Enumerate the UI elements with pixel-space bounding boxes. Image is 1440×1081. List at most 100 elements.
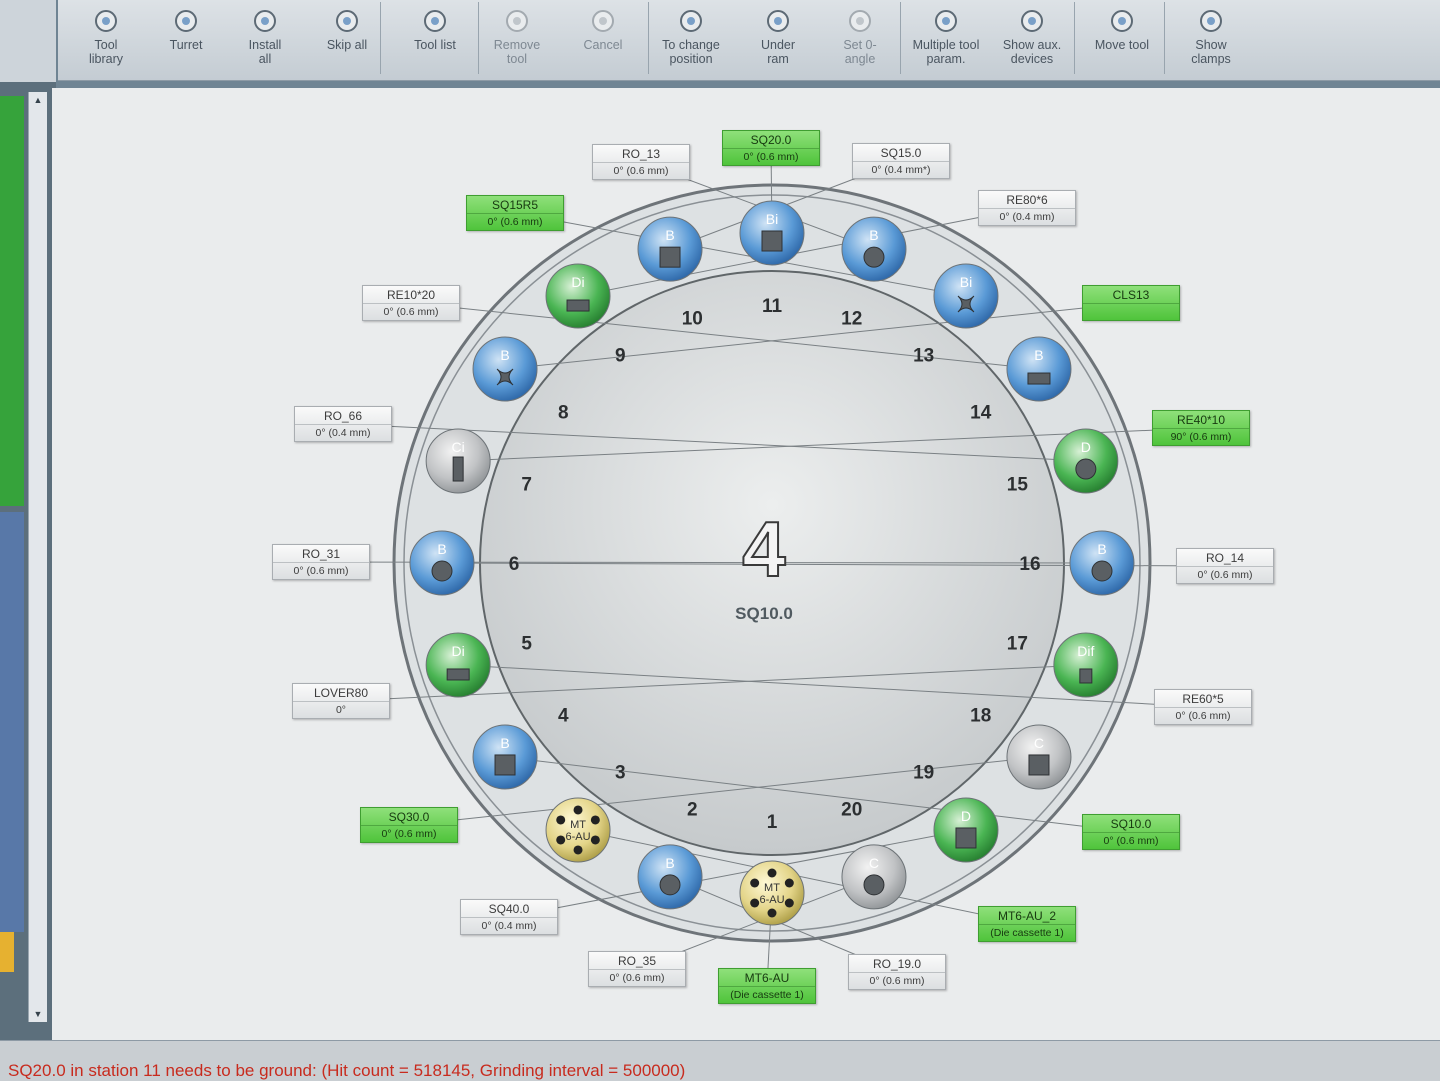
tool-label-station-13[interactable]: SQ15R5 0° (0.6 mm) [466, 195, 564, 231]
toolbar-button-11[interactable]: Show aux. devices [988, 0, 1076, 78]
station-tool-18[interactable]: C [1006, 724, 1072, 790]
toolbar-button-label: Show clamps [1191, 38, 1231, 66]
station-number: 10 [682, 309, 703, 330]
die-cassette-hole-icon [750, 878, 760, 888]
show-aux-devices-icon [1021, 10, 1043, 32]
tool-angle-clearance: 0° (0.6 mm) [1197, 569, 1253, 581]
station-tool-9[interactable]: Di [545, 263, 611, 329]
toolbar-button-1[interactable]: Turret [150, 0, 222, 78]
toolbar: Tool library Turret Install all Skip all Too… [58, 0, 1440, 81]
toolbar-button-label: Under ram [760, 38, 796, 66]
die-cassette-hole-icon [556, 835, 566, 845]
station-tool-11[interactable]: Bi [739, 200, 805, 266]
station-tool-8[interactable]: B [472, 336, 538, 402]
tool-label-station-20[interactable]: RO_35 0° (0.6 mm) [588, 951, 686, 987]
tool-label-station-11[interactable]: SQ20.0 0° (0.6 mm) [722, 130, 820, 166]
tool-label-station-1[interactable]: MT6-AU (Die cassette 1) [718, 968, 816, 1004]
tool-type-label: B [500, 735, 509, 751]
station-tool-15[interactable]: D [1053, 428, 1119, 494]
tool-label-station-15[interactable]: RO_66 0° (0.4 mm) [294, 406, 392, 442]
tool-name: SQ15R5 [467, 196, 563, 214]
scroll-up-arrow-icon[interactable]: ▲ [29, 92, 47, 108]
station-number: 8 [558, 402, 569, 423]
square-punch-icon [659, 246, 681, 268]
station-tool-2[interactable]: B [637, 844, 703, 910]
tool-label-station-5[interactable]: RE60*5 0° (0.6 mm) [1154, 689, 1252, 725]
tool-label-station-3[interactable]: MT6-AU_2 (Die cassette 1) [978, 906, 1076, 942]
toolbar-button-3[interactable]: Skip all [308, 0, 386, 78]
toolbar-button-4[interactable]: Tool list [390, 0, 480, 78]
station-tool-6[interactable]: B [409, 530, 475, 596]
round-punch-icon [863, 874, 885, 896]
station-tool-5[interactable]: Di [425, 632, 491, 698]
tool-label-station-4[interactable]: SQ10.0 0° (0.6 mm) [1082, 814, 1180, 850]
station-tool-1[interactable]: MT6-AU [739, 860, 805, 926]
station-tool-16[interactable]: B [1069, 530, 1135, 596]
round-punch-icon [1075, 458, 1097, 480]
tool-label-station-7[interactable]: RE40*10 90° (0.6 mm) [1152, 410, 1250, 446]
station-tool-12[interactable]: B [841, 216, 907, 282]
station-number: 20 [841, 799, 862, 820]
toolbar-button-13[interactable]: Show clamps [1168, 0, 1254, 78]
rectangle-punch-icon [1027, 372, 1051, 385]
station-tool-7[interactable]: Ci [425, 428, 491, 494]
toolbar-button-5[interactable]: Remove tool [476, 0, 558, 78]
die-cassette-hole-icon [767, 868, 777, 878]
toolbar-button-label: To change position [662, 38, 720, 66]
die-cassette-hole-icon [784, 878, 794, 888]
toolbar-button-7[interactable]: To change position [644, 0, 738, 78]
tool-label-station-12[interactable]: RO_13 0° (0.6 mm) [592, 144, 690, 180]
toolbar-button-label: Remove tool [493, 38, 541, 66]
tool-label-station-17[interactable]: LOVER80 0° [292, 683, 390, 719]
tool-angle-clearance: (Die cassette 1) [990, 927, 1064, 939]
toolbar-button-2[interactable]: Install all [226, 0, 304, 78]
tool-label-station-9[interactable]: RE80*6 0° (0.4 mm) [978, 190, 1076, 226]
tool-name: RE80*6 [979, 191, 1075, 209]
station-number: 4 [558, 706, 569, 727]
rectangle-punch-icon [446, 668, 470, 681]
toolbar-button-label: Set 0- angle [843, 38, 877, 66]
tool-type-label: B [500, 347, 509, 363]
current-tool-name: SQ10.0 [735, 604, 793, 623]
die-cassette-hole-icon [784, 898, 794, 908]
tool-label-station-6[interactable]: RO_14 0° (0.6 mm) [1176, 548, 1274, 584]
tool-angle-clearance: 0° (0.4 mm) [315, 427, 371, 439]
toolbar-button-6[interactable]: Cancel [562, 0, 644, 78]
round-punch-icon [1091, 560, 1113, 582]
tool-angle-clearance: 90° (0.6 mm) [1170, 431, 1232, 443]
toolbar-button-label: Move tool [1094, 38, 1150, 52]
tool-type-label: B [665, 855, 674, 871]
toolbar-button-12[interactable]: Move tool [1076, 0, 1168, 78]
station-number: 13 [913, 345, 934, 366]
tool-label-station-19[interactable]: SQ40.0 0° (0.4 mm) [460, 899, 558, 935]
tool-angle-clearance: 0° (0.6 mm) [613, 165, 669, 177]
toolbar-button-10[interactable]: Multiple tool param. [902, 0, 990, 78]
vertical-scrollbar[interactable]: ▲ ▼ [28, 92, 47, 1022]
turret-icon [175, 10, 197, 32]
toolbar-button-0[interactable]: Tool library [70, 0, 142, 78]
tool-label-station-14[interactable]: RE10*20 0° (0.6 mm) [362, 285, 460, 321]
tool-angle-clearance: 0° (0.6 mm) [1175, 710, 1231, 722]
station-tool-13[interactable]: Bi [933, 263, 999, 329]
round-punch-icon [863, 246, 885, 268]
station-tool-19[interactable]: D [933, 797, 999, 863]
tool-label-station-10[interactable]: SQ15.0 0° (0.4 mm*) [852, 143, 950, 179]
station-tool-14[interactable]: B [1006, 336, 1072, 402]
station-tool-20[interactable]: C [841, 844, 907, 910]
tool-angle-clearance: 0° (0.6 mm) [1103, 835, 1159, 847]
toolbar-button-9[interactable]: Set 0- angle [818, 0, 902, 78]
station-tool-3[interactable]: MT6-AU [545, 797, 611, 863]
tool-label-station-8[interactable]: CLS13 [1082, 285, 1180, 321]
tool-label-station-18[interactable]: SQ30.0 0° (0.6 mm) [360, 807, 458, 843]
tool-label-station-2[interactable]: RO_19.0 0° (0.6 mm) [848, 954, 946, 990]
tool-angle-clearance: 0° (0.6 mm) [869, 975, 925, 987]
tool-type-label: MT [570, 819, 586, 831]
station-tool-10[interactable]: B [637, 216, 703, 282]
tool-type-label: B [869, 227, 878, 243]
change-position-icon [680, 10, 702, 32]
scroll-down-arrow-icon[interactable]: ▼ [29, 1006, 47, 1022]
toolbar-button-8[interactable]: Under ram [738, 0, 818, 78]
tool-label-station-16[interactable]: RO_31 0° (0.6 mm) [272, 544, 370, 580]
station-tool-4[interactable]: B [472, 724, 538, 790]
station-tool-17[interactable]: Dif [1053, 632, 1119, 698]
